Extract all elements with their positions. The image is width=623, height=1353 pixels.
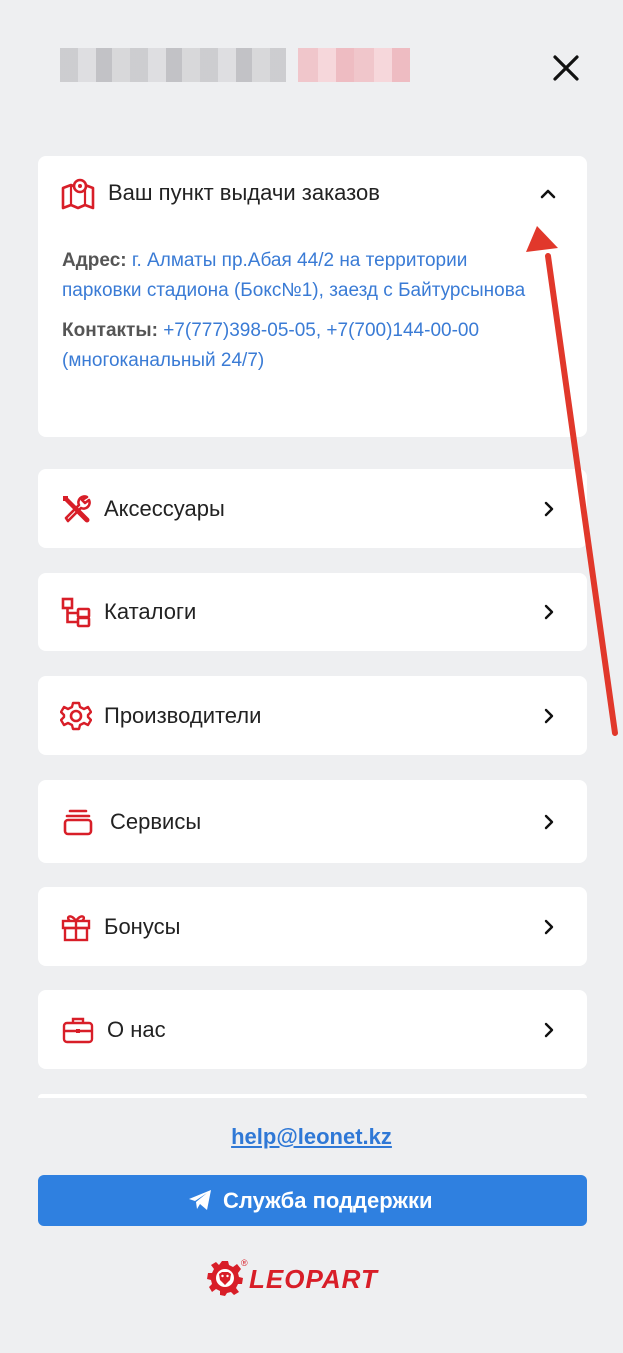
gear-icon [60,701,92,730]
menu-item-label: Аксессуары [104,495,225,521]
gift-icon [61,914,91,941]
chevron-up-icon [540,189,556,199]
leopart-logo: ® LEOPART [207,1258,419,1298]
menu-item-label: О нас [107,1016,166,1042]
menu-item-label: Бонусы [104,913,181,939]
menu-item-partial [38,1094,587,1098]
lion-gear-icon [207,1261,243,1296]
chevron-right-icon [544,919,554,934]
catalog-icon [61,597,91,628]
chevron-right-icon [544,501,554,516]
menu-item-label: Каталоги [104,599,197,624]
pickup-header[interactable]: Ваш пункт выдачи заказов [38,156,587,232]
menu-item-services[interactable]: Сервисы [38,780,587,863]
close-icon [553,55,579,81]
registered-mark: ® [241,1258,248,1268]
menu-item-accessories[interactable]: Аксессуары [38,469,587,548]
redacted-logo [60,48,286,82]
chevron-right-icon [544,604,554,620]
chevron-right-icon [544,708,554,723]
logo-text: LEOPART [249,1264,378,1294]
pickup-title: Ваш пункт выдачи заказов [108,180,380,205]
address-label: Адрес: [62,250,127,271]
tools-icon [63,494,91,522]
telegram-icon [189,1190,211,1210]
address-value[interactable]: г. Алматы пр.Абая 44/2 на территории пар… [62,250,525,301]
support-button[interactable]: Служба поддержки [38,1175,587,1226]
redacted-badge [298,48,410,82]
pickup-point-card: Ваш пункт выдачи заказов Адрес: г. Алмат… [38,156,587,437]
pickup-contacts: Контакты: +7(777)398-05-05, +7(700)144-0… [62,316,542,376]
layers-icon [63,809,93,835]
contacts-label: Контакты: [62,320,158,341]
support-email-link[interactable]: help@leonet.kz [0,1124,623,1150]
menu-item-about[interactable]: О нас [38,990,587,1069]
chevron-right-icon [544,1022,554,1037]
pickup-details: Адрес: г. Алматы пр.Абая 44/2 на террито… [62,246,542,376]
menu-item-manufacturers[interactable]: Производители [38,676,587,755]
menu-item-label: Сервисы [110,808,202,834]
menu-item-catalogs[interactable]: Каталоги [38,573,587,651]
close-button[interactable] [548,50,584,86]
support-button-label: Служба поддержки [223,1187,433,1213]
map-pin-icon [61,178,95,210]
briefcase-icon [62,1017,94,1043]
pickup-address: Адрес: г. Алматы пр.Абая 44/2 на террито… [62,246,542,306]
menu-item-bonuses[interactable]: Бонусы [38,887,587,966]
chevron-right-icon [544,814,554,829]
menu-item-label: Производители [104,702,262,728]
